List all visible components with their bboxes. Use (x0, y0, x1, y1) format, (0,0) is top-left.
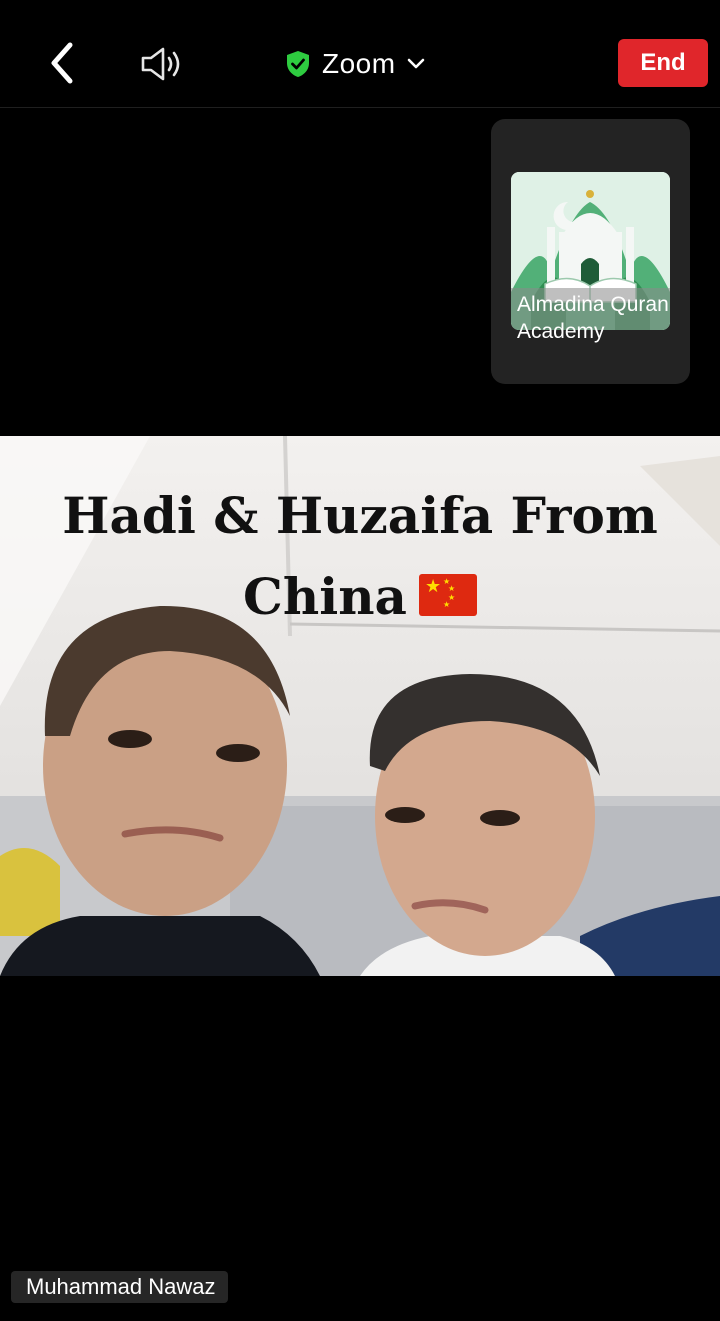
audio-output-button[interactable] (134, 40, 190, 88)
end-meeting-button[interactable]: End (618, 39, 708, 87)
china-flag-icon: ★ ★ ★ ★ ★ (418, 574, 477, 616)
caption-line-2: China (243, 567, 407, 626)
main-video-feed[interactable]: Hadi & Huzaifa From China ★ ★ ★ ★ ★ (0, 436, 720, 976)
active-speaker-name: Muhammad Nawaz (11, 1271, 228, 1303)
speaker-icon (141, 47, 180, 81)
meeting-toolbar: Zoom End (0, 0, 720, 108)
video-caption-overlay: Hadi & Huzaifa From China ★ ★ ★ ★ ★ (0, 486, 720, 626)
back-button[interactable] (40, 38, 84, 88)
meeting-info-button[interactable]: Zoom (284, 40, 426, 88)
participant-thumbnail[interactable]: Almadina Quran Academy (491, 119, 690, 384)
meeting-title: Zoom (322, 48, 396, 79)
participant-name: Almadina Quran Academy (517, 293, 669, 343)
shield-check-icon (287, 51, 309, 77)
back-arrow-icon (51, 42, 73, 84)
caption-line-1: Hadi & Huzaifa From (62, 486, 658, 545)
chevron-down-icon (407, 58, 424, 69)
